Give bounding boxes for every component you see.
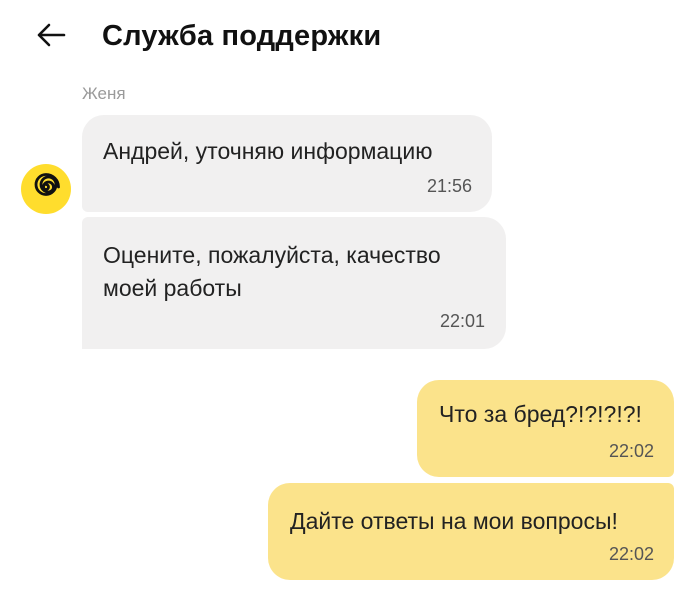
- sender-name: Женя: [82, 84, 126, 103]
- page-title: Служба поддержки: [102, 20, 382, 52]
- message-bubble-outgoing[interactable]: Дайте ответы на мои вопросы! 22:02: [268, 483, 674, 580]
- message-text: Оцените, пожалуйста, качество моей работ…: [103, 242, 441, 301]
- message-time: 22:02: [608, 544, 654, 564]
- message-text: Андрей, уточняю информацию: [103, 138, 433, 164]
- message-text: Дайте ответы на мои вопросы!: [290, 508, 618, 534]
- back-button[interactable]: [28, 14, 74, 60]
- message-time: 21:56: [426, 176, 472, 196]
- message-bubble-incoming[interactable]: Андрей, уточняю информацию 21:56: [82, 115, 492, 212]
- message-time: 22:02: [608, 441, 654, 461]
- chat-screen: Служба поддержки Женя Андрей, уточняю ин…: [0, 0, 700, 601]
- spiral-logo-icon: [29, 170, 63, 209]
- message-text: Что за бред?!?!?!?!: [439, 401, 642, 427]
- avatar: [21, 164, 71, 214]
- message-bubble-outgoing[interactable]: Что за бред?!?!?!?! 22:02: [417, 380, 674, 477]
- top-bar: Служба поддержки: [0, 0, 700, 78]
- message-bubble-incoming[interactable]: Оцените, пожалуйста, качество моей работ…: [82, 217, 506, 349]
- message-time: 22:01: [439, 311, 485, 331]
- arrow-left-icon: [36, 23, 66, 52]
